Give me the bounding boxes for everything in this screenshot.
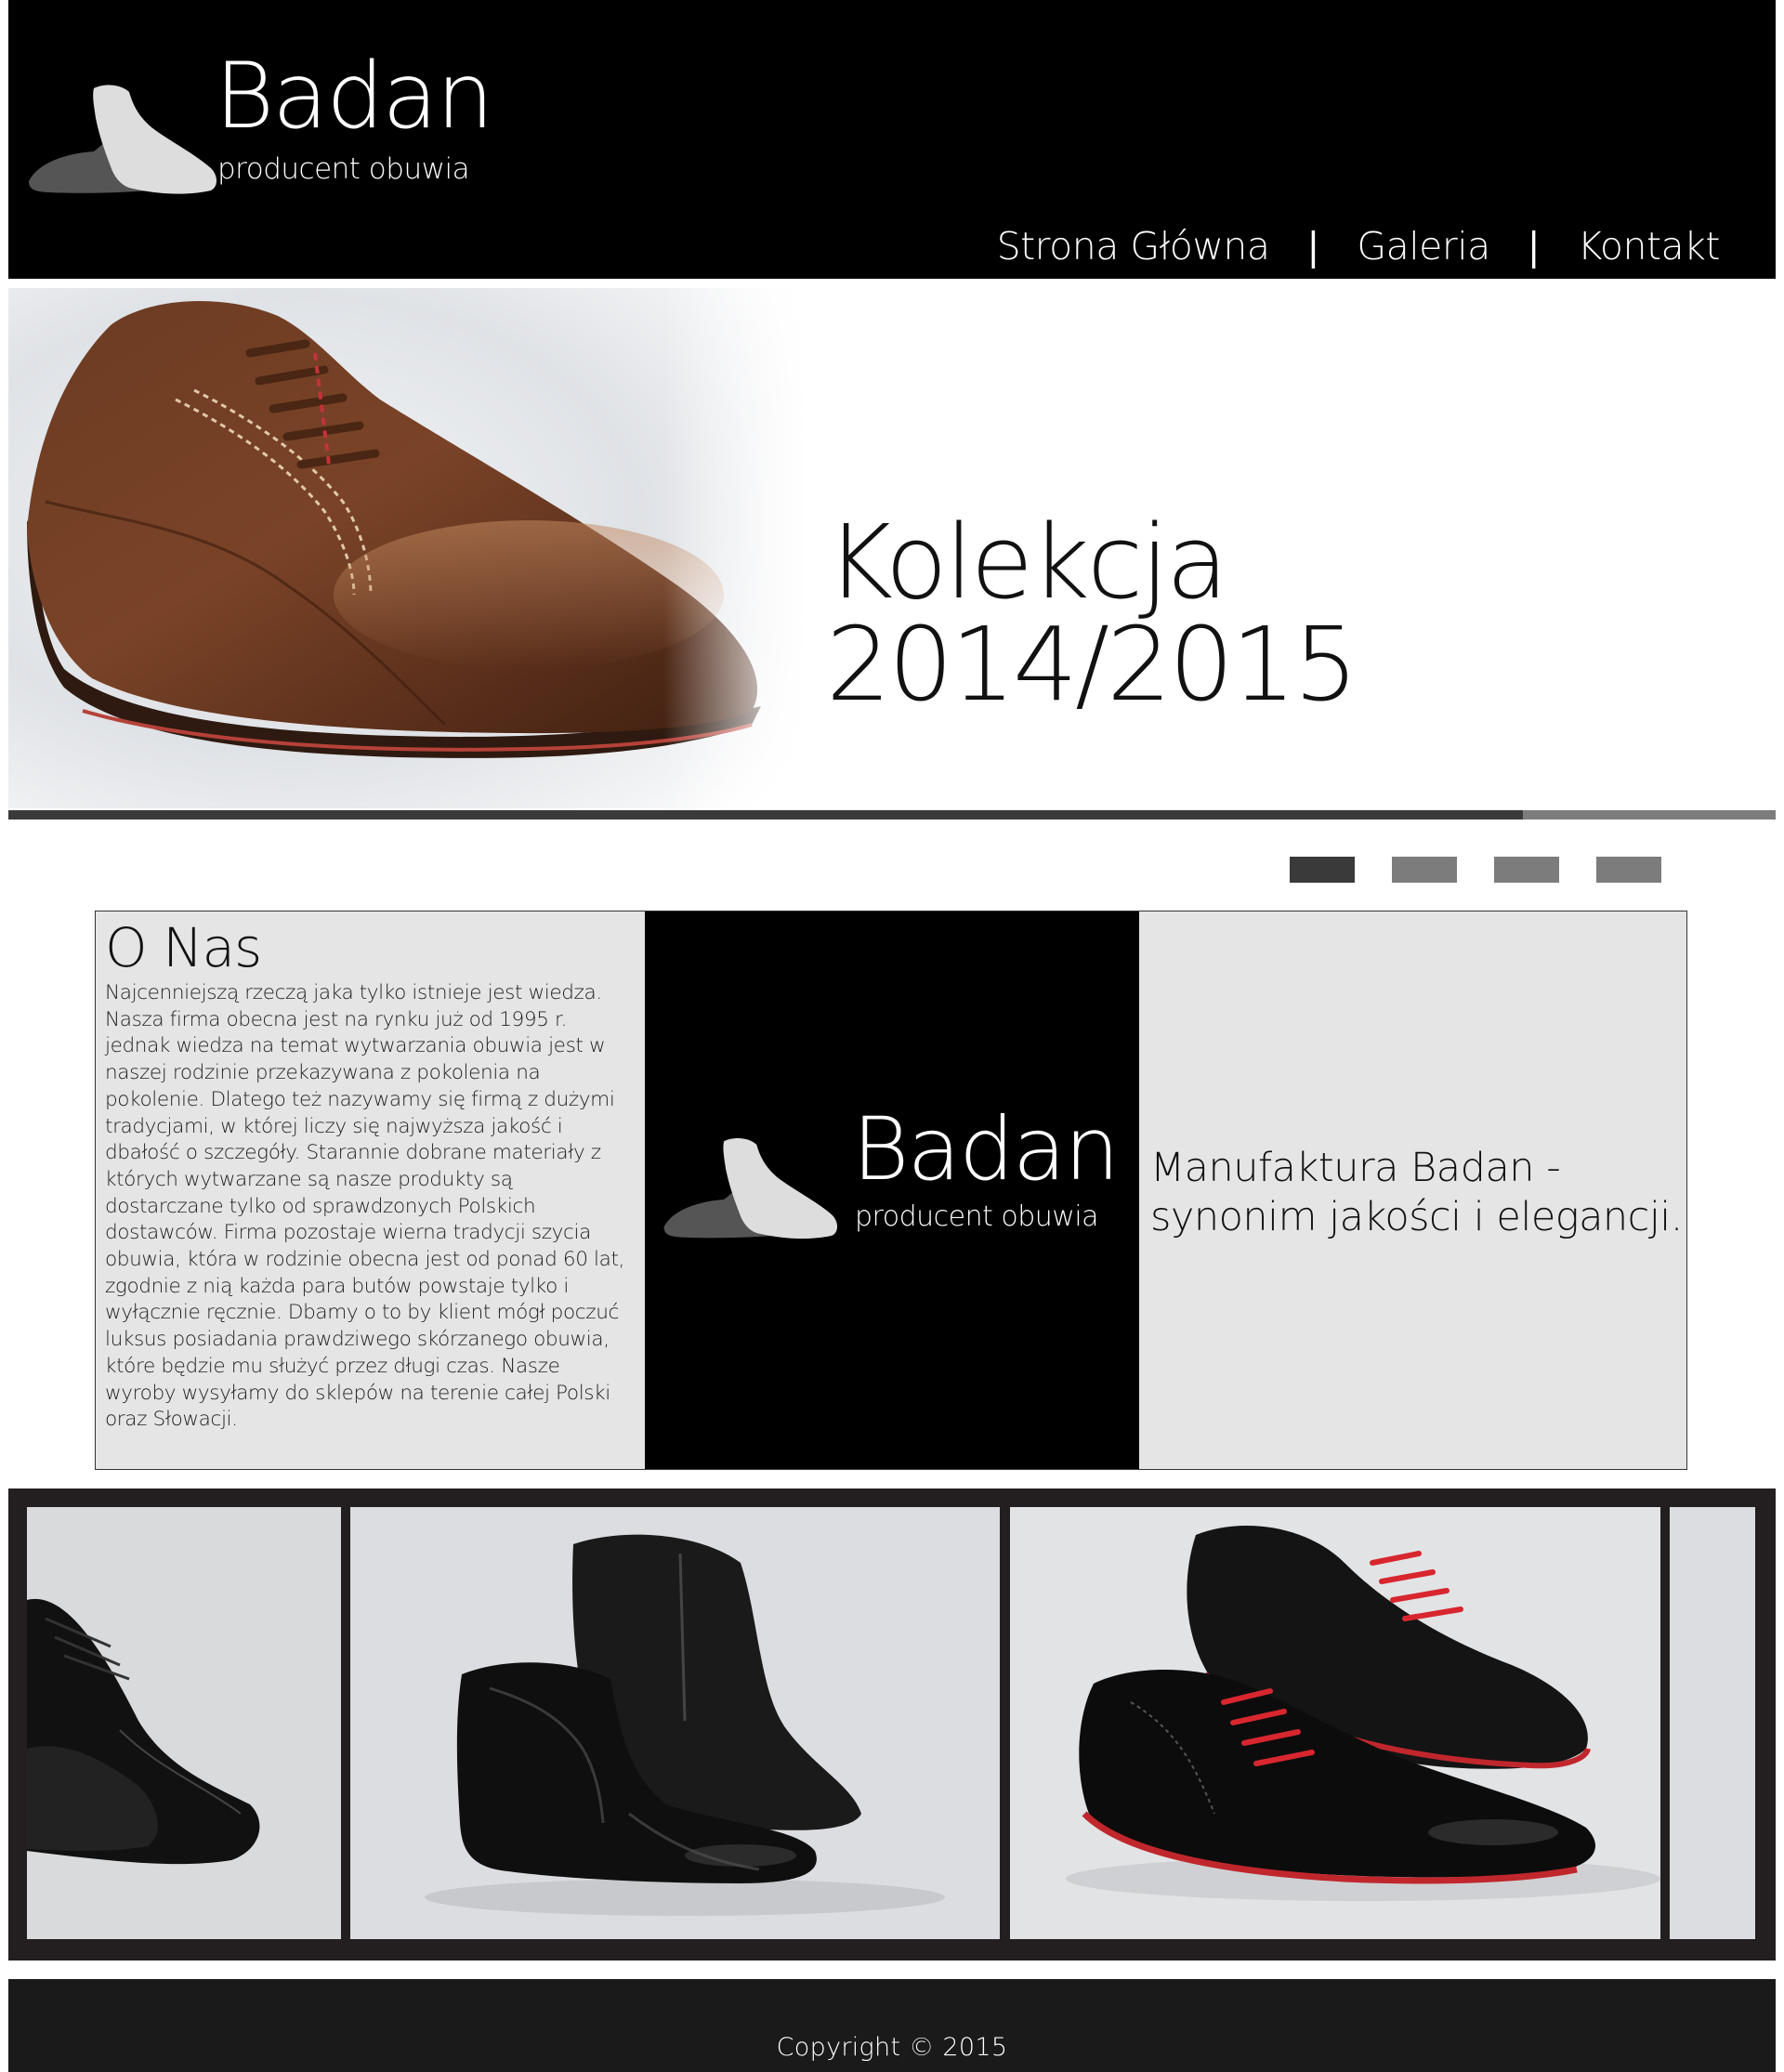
about-text-panel: O Nas Najcenniejszą rzeczą jaka tylko is… bbox=[96, 911, 644, 1469]
shoe-logo-icon bbox=[29, 85, 216, 194]
about-logo-panel: Badan producent obuwia bbox=[645, 911, 1139, 1469]
about-section: O Nas Najcenniejszą rzeczą jaka tylko is… bbox=[95, 911, 1687, 1470]
nav-separator: | bbox=[1306, 223, 1320, 269]
brand-name: Badan bbox=[852, 1099, 1120, 1200]
hero-progress-bar bbox=[8, 810, 1776, 820]
nav-link-contact[interactable]: Kontakt bbox=[1578, 227, 1721, 266]
about-brand-logo: Badan producent obuwia bbox=[663, 1107, 1137, 1246]
brand-tagline: producent obuwia bbox=[217, 152, 470, 186]
nav-link-gallery[interactable]: Galeria bbox=[1357, 227, 1490, 266]
site-header: Badan producent obuwia Strona Główna | G… bbox=[8, 0, 1776, 279]
slider-dot-1[interactable] bbox=[1290, 857, 1355, 883]
slider-dot-4[interactable] bbox=[1596, 857, 1661, 883]
main-nav: Strona Główna | Galeria | Kontakt bbox=[997, 223, 1721, 269]
shoe-logo-icon bbox=[663, 1138, 838, 1239]
gallery-image-black-derby-red-laces[interactable] bbox=[1010, 1507, 1660, 1939]
hero-progress-fill bbox=[8, 810, 1523, 820]
slider-dot-3[interactable] bbox=[1494, 857, 1559, 883]
gallery-image-black-ankle-boots[interactable] bbox=[350, 1507, 1000, 1939]
copyright-text: Copyright © 2015 bbox=[776, 2033, 1008, 2062]
gallery-strip bbox=[8, 1488, 1776, 1961]
hero-title: Kolekcja 2014/2015 bbox=[826, 503, 1358, 724]
nav-separator: | bbox=[1527, 223, 1541, 269]
brand-tagline: producent obuwia bbox=[855, 1200, 1099, 1233]
about-slogan-line-2: synonim jakości i elegancji. bbox=[1150, 1194, 1683, 1240]
nav-link-home[interactable]: Strona Główna bbox=[997, 227, 1270, 266]
about-body-text: Najcenniejszą rzeczą jaka tylko istnieje… bbox=[105, 981, 625, 1432]
about-slogan-line-1: Manufaktura Badan - bbox=[1150, 1145, 1561, 1191]
brand-name: Badan bbox=[215, 44, 494, 150]
about-slogan: Manufaktura Badan - synonim jakości i el… bbox=[1150, 1144, 1683, 1242]
slider-dot-2[interactable] bbox=[1392, 857, 1457, 883]
slider-pagination bbox=[1290, 857, 1661, 883]
site-footer: Copyright © 2015 bbox=[8, 1979, 1776, 2072]
hero-image-brown-shoe bbox=[8, 288, 807, 808]
hero-banner: Kolekcja 2014/2015 bbox=[8, 288, 1776, 808]
gallery-image-black-oxford-cropped[interactable] bbox=[27, 1507, 341, 1939]
about-slogan-panel: Manufaktura Badan - synonim jakości i el… bbox=[1139, 911, 1687, 1469]
gallery-image-partial[interactable] bbox=[1670, 1507, 1755, 1939]
about-heading: O Nas bbox=[105, 916, 262, 979]
brand-logo[interactable]: Badan producent obuwia bbox=[29, 51, 512, 209]
